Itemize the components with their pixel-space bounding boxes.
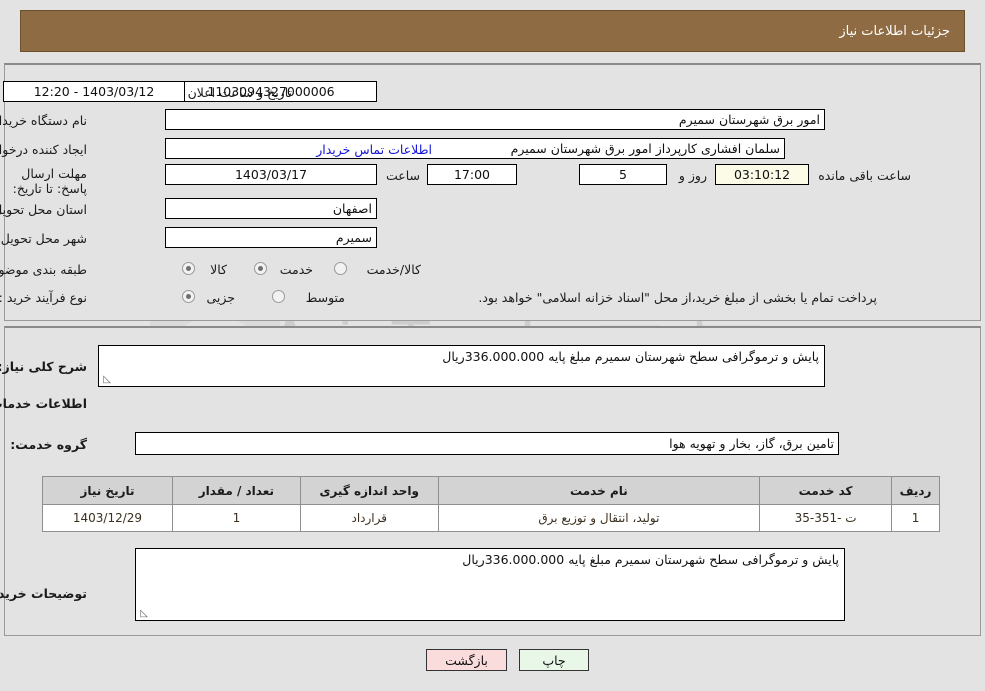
buyer-notes-textarea[interactable]: پایش و ترموگرافی سطح شهرستان سمیرم مبلغ … [135, 548, 845, 621]
category-option-khedmat: خدمت [279, 262, 313, 277]
city-label: شهر محل تحویل: [0, 231, 87, 246]
need-summary-label: شرح کلی نیاز: [0, 359, 87, 374]
purchase-radio-motavasset[interactable] [272, 290, 285, 303]
resize-grip-icon-2[interactable]: ◺ [138, 609, 148, 619]
cell-radif: 1 [891, 504, 940, 532]
table-header-row: ردیف کد خدمت نام خدمت واحد اندازه گیری ت… [42, 476, 940, 505]
purchase-type-note: پرداخت تمام یا بخشی از مبلغ خرید،از محل … [478, 290, 877, 305]
buyer-notes-value: پایش و ترموگرافی سطح شهرستان سمیرم مبلغ … [462, 552, 839, 567]
purchase-option-motavasset: متوسط [305, 290, 345, 305]
countdown-days-suffix: روز و [678, 168, 707, 183]
page-header: جزئیات اطلاعات نیاز [20, 10, 965, 52]
category-option-kala-khedmat: کالا/خدمت [366, 262, 421, 277]
buyer-contact-link[interactable]: اطلاعات تماس خریدار [316, 142, 432, 157]
cell-unit: قرارداد [299, 504, 439, 532]
announce-field[interactable]: 1403/03/12 - 12:20 [3, 81, 185, 102]
col-code: کد خدمت [759, 476, 893, 505]
cell-code: ت -351-35 [759, 504, 893, 532]
resize-grip-icon[interactable]: ◺ [101, 375, 111, 385]
province-label: استان محل تحویل: [0, 202, 87, 217]
col-name: نام خدمت [437, 476, 761, 505]
cell-need-date: 1403/12/29 [42, 504, 173, 532]
service-group-field[interactable]: تامین برق، گاز، بخار و تهویه هوا [135, 432, 839, 455]
deadline-date-field[interactable]: 1403/03/17 [165, 164, 377, 185]
requester-label: ایجاد کننده درخواست: [0, 142, 87, 157]
buyer-org-field[interactable]: امور برق شهرستان سمیرم [165, 109, 825, 130]
page-title: جزئیات اطلاعات نیاز [839, 23, 950, 39]
city-field[interactable]: سمیرم [165, 227, 377, 248]
category-radio-khedmat[interactable] [254, 262, 267, 275]
countdown-suffix: ساعت باقی مانده [818, 168, 911, 183]
print-button[interactable]: چاپ [519, 649, 589, 671]
category-radio-kala-khedmat[interactable] [334, 262, 347, 275]
category-radio-kala[interactable] [182, 262, 195, 275]
requester-field[interactable]: سلمان افشاری کارپرداز امور برق شهرستان س… [165, 138, 785, 159]
province-field[interactable]: اصفهان [165, 198, 377, 219]
page-root: AriaTender.net جزئیات اطلاعات نیاز شماره… [0, 0, 985, 691]
deadline-label: مهلت ارسال پاسخ: تا تاریخ: [12, 166, 87, 196]
need-summary-textarea[interactable]: پایش و ترموگرافی سطح شهرستان سمیرم مبلغ … [98, 345, 825, 387]
col-radif: ردیف [891, 476, 940, 505]
col-quantity: تعداد / مقدار [171, 476, 301, 505]
services-table: ردیف کد خدمت نام خدمت واحد اندازه گیری ت… [42, 476, 940, 532]
purchase-type-label: نوع فرآیند خرید : [0, 290, 87, 305]
back-button[interactable]: بازگشت [426, 649, 507, 671]
countdown-timer-field: 03:10:12 [715, 164, 809, 185]
col-unit: واحد اندازه گیری [299, 476, 439, 505]
buyer-org-label: نام دستگاه خریدار: [0, 113, 87, 128]
deadline-hour-label: ساعت [385, 168, 420, 183]
purchase-radio-jozei[interactable] [182, 290, 195, 303]
cell-quantity: 1 [171, 504, 301, 532]
category-option-kala: کالا [210, 262, 227, 277]
category-label: طبقه بندی موضوعی: [0, 262, 87, 277]
purchase-option-jozei: جزیی [206, 290, 235, 305]
countdown-days-field[interactable]: 5 [579, 164, 667, 185]
deadline-hour-field[interactable]: 17:00 [427, 164, 517, 185]
service-group-label: گروه خدمت: [10, 437, 87, 452]
table-row: 1 ت -351-35 تولید، انتقال و توزیع برق قر… [42, 504, 940, 532]
col-need-date: تاریخ نیاز [42, 476, 173, 505]
need-summary-value: پایش و ترموگرافی سطح شهرستان سمیرم مبلغ … [442, 349, 819, 364]
services-heading: اطلاعات خدمات مورد نیاز [0, 396, 87, 411]
cell-name: تولید، انتقال و توزیع برق [437, 504, 761, 532]
buyer-notes-label: توضیحات خریدار: [0, 586, 87, 601]
